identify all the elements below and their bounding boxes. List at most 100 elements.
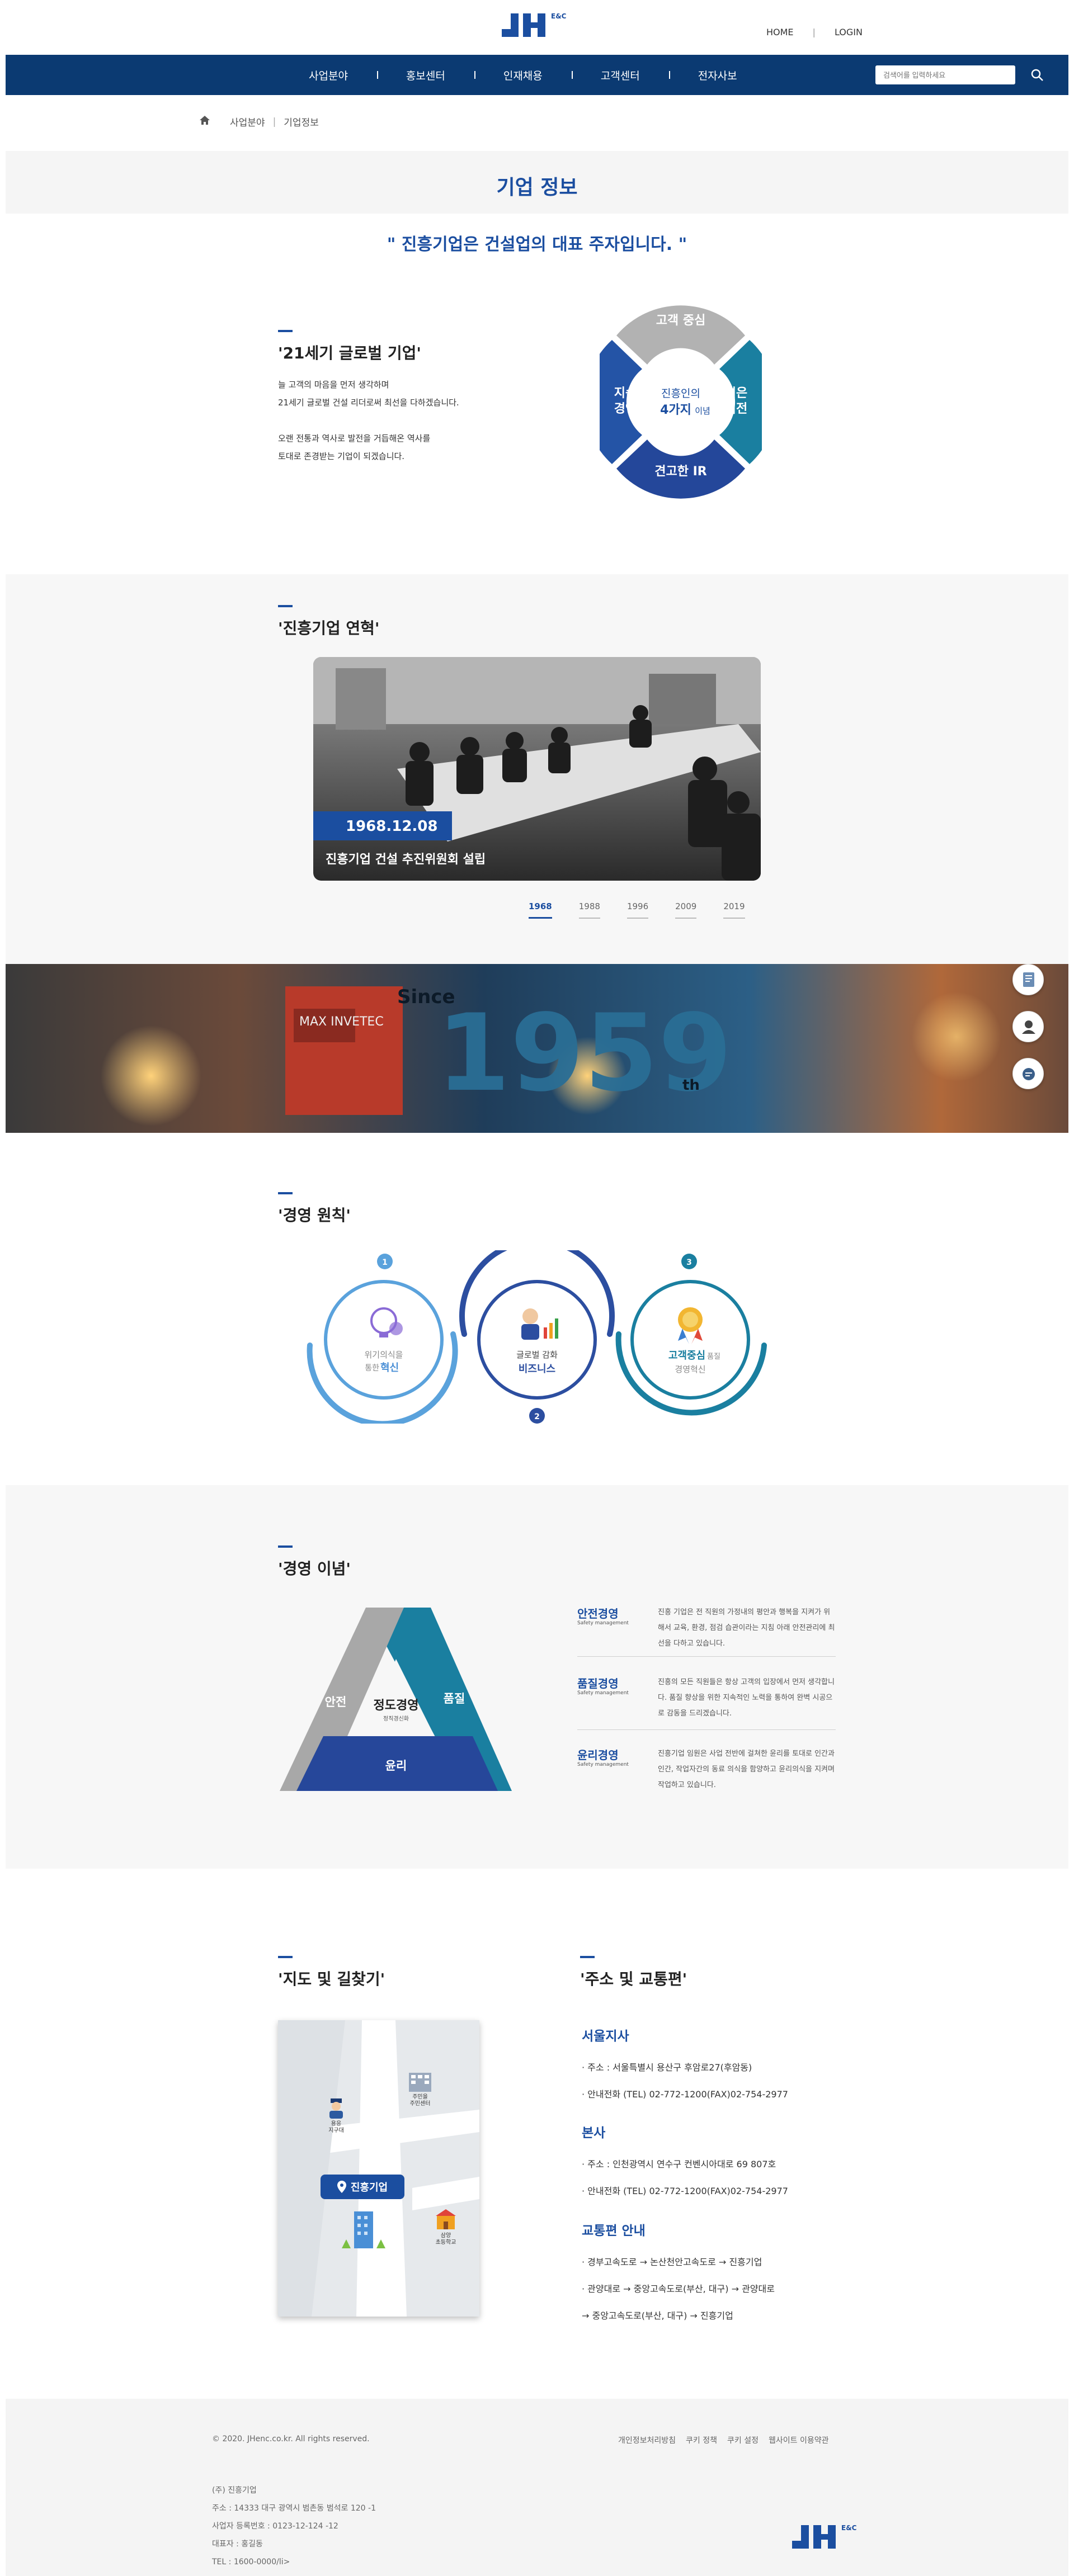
map-title: '지도 및 길찾기'	[278, 1970, 385, 1988]
section-bar	[580, 1956, 595, 1958]
page-title: 기업 정보	[496, 176, 578, 199]
principle-3-line2: 경영혁신	[675, 1364, 705, 1374]
year-tab-1996[interactable]: 1996	[626, 901, 649, 919]
nav-items: 사업분야 홍보센터 인재채용 고객센터 전자사보	[280, 55, 766, 95]
center-label: 주민센터	[409, 2101, 431, 2107]
map-pin-icon	[337, 2181, 346, 2193]
history-caption: 진흥기업 건설 추진위원회 설립	[326, 853, 486, 867]
transit-line: · 경부고속도로 → 논산천안고속도로 → 진흥기업	[582, 2257, 762, 2267]
wheel-center-bold: 4가지	[660, 403, 691, 417]
logo-sub: E&C	[551, 12, 567, 20]
philosophy-divider	[577, 1656, 836, 1657]
intro-title: '21세기 글로벌 기업'	[278, 344, 421, 362]
wheel-bottom-label: 견고한 IR	[654, 465, 707, 479]
nav-item-recruit[interactable]: 인재채용	[474, 68, 572, 83]
since-suffix: th	[682, 1077, 700, 1094]
document-quick-icon[interactable]	[1012, 964, 1044, 995]
page: E&C HOME | LOGIN 사업분야 홍보센터 인재채용 고객센터 전자사…	[0, 0, 1074, 2576]
slogan: " 진흥기업은 건설업의 대표 주자입니다. "	[387, 235, 687, 254]
breadcrumb-separator: |	[272, 116, 276, 127]
breadcrumb-item-company[interactable]: 기업정보	[284, 115, 319, 129]
footer-link-terms[interactable]: 웹사이트 이용약관	[769, 2435, 829, 2446]
principle-1-circle	[324, 1280, 444, 1400]
chat-quick-icon[interactable]	[1012, 1058, 1044, 1089]
philosophy-section	[6, 1485, 1068, 1869]
wheel-left-label: 경영	[614, 402, 637, 416]
intro-line: 21세기 글로벌 건설 리더로써 최선을 다하겠습니다.	[278, 398, 459, 408]
history-date: 1968.12.08	[313, 811, 452, 840]
footer-company: (주) 진흥기업	[212, 2486, 257, 2495]
history-photo: 1968.12.08 진흥기업 건설 추진위원회 설립	[313, 657, 761, 881]
seoul-branch-address: · 주소 : 서울특별시 용산구 후암로27(후암동)	[582, 2062, 752, 2073]
principle-3-number: 3	[686, 1258, 692, 1267]
center-label: 주민을	[412, 2094, 428, 2100]
footer: © 2020. JHenc.co.kr. All rights reserved…	[6, 2399, 1068, 2576]
triangle-center-sub: 정직경신화	[383, 1715, 409, 1722]
intro-line	[278, 412, 459, 429]
wheel-center-small: 이념	[695, 406, 710, 416]
search-input[interactable]	[875, 65, 1015, 84]
philosophy-sub: Safety management	[577, 1690, 629, 1696]
nav-item-pr[interactable]: 홍보센터	[376, 68, 474, 83]
triangle-bottom-label: 윤리	[385, 1759, 407, 1773]
transit-head: 교통편 안내	[582, 2224, 646, 2238]
year-tab-2009[interactable]: 2009	[675, 901, 697, 919]
nav-item-newsletter[interactable]: 전자사보	[668, 68, 766, 83]
home-icon[interactable]	[199, 115, 211, 129]
seoul-branch: 서울지사 · 주소 : 서울특별시 용산구 후암로27(후암동) · 안내전화 …	[582, 2025, 788, 2100]
breadcrumb-item-business[interactable]: 사업분야	[230, 115, 265, 129]
home-link[interactable]: HOME	[766, 27, 794, 37]
since-year: 1959	[436, 991, 732, 1115]
section-bar	[278, 605, 293, 607]
year-tab-1968[interactable]: 1968	[529, 901, 552, 919]
seoul-branch-head: 서울지사	[582, 2029, 629, 2044]
location-map[interactable]: 용응 지구대 주민을 주민센터 진흥기업 삼양 초등학교	[278, 2020, 479, 2317]
footer-info: (주) 진흥기업 주소 : 14333 대구 광역시 범촌동 범석로 120 -…	[212, 2482, 376, 2571]
philosophy-sub: Safety management	[577, 1620, 629, 1626]
hq-branch-address: · 주소 : 인천광역시 연수구 컨벤시아대로 69 807호	[582, 2159, 776, 2169]
philosophy-sub: Safety management	[577, 1762, 629, 1767]
community-center-icon: 주민을 주민센터	[403, 2069, 437, 2107]
intro-text: 늘 고객의 마음을 먼저 생각하며 21세기 글로벌 건설 리더로써 최선을 다…	[278, 376, 459, 465]
footer-address: 주소 : 14333 대구 광역시 범촌동 범석로 120 -1	[212, 2504, 376, 2513]
principle-2-line2-bold: 비즈니스	[519, 1363, 555, 1375]
intro-line: 오랜 전통과 역사로 발전을 거듭해온 역사를	[278, 433, 431, 443]
machine-label: MAX INVETEC	[299, 1015, 384, 1029]
year-tab-1988[interactable]: 1988	[578, 901, 600, 919]
top-link-separator: |	[812, 27, 816, 37]
nav-item-business[interactable]: 사업분야	[280, 68, 377, 83]
section-bar	[278, 1192, 293, 1194]
company-building-icon	[338, 2208, 389, 2255]
wheel-right-label: 넓은	[725, 386, 747, 400]
school-label: 초등학교	[435, 2239, 456, 2246]
triangle-center-label: 정도경영	[374, 1699, 419, 1713]
wheel-center-line1: 진흥인의	[661, 387, 700, 400]
search-icon[interactable]	[1029, 67, 1046, 84]
footer-link-cookie-policy[interactable]: 쿠키 정책	[686, 2435, 717, 2446]
login-link[interactable]: LOGIN	[835, 27, 863, 37]
intro-line: 늘 고객의 마음을 먼저 생각하며	[278, 380, 389, 390]
footer-logo[interactable]: E&C	[790, 2521, 868, 2554]
principle-3-circle	[630, 1280, 750, 1400]
consultant-quick-icon[interactable]	[1012, 1011, 1044, 1042]
principle-1-line2-bold: 혁신	[380, 1362, 399, 1374]
footer-link-privacy[interactable]: 개인정보처리방침	[618, 2435, 676, 2446]
nav-item-customer[interactable]: 고객센터	[571, 68, 669, 83]
year-tab-2019[interactable]: 2019	[723, 901, 745, 919]
philosophy-triangle: 안전 품질 윤리 정도경영 정직경신화	[280, 1608, 512, 1791]
intro-line: 토대로 존경받는 기업이 되겠습니다.	[278, 451, 405, 461]
principle-2-line1: 글로벌 감화	[516, 1350, 558, 1360]
year-tabs: 1968 1988 1996 2009 2019	[529, 901, 745, 919]
philosophy-body: 진흥 기업은 전 직원의 가정내의 평안과 행복을 지켜가 위해서 교육, 환경…	[658, 1608, 835, 1648]
principle-1-line2-pre: 통한	[365, 1364, 379, 1373]
banner-image: MAX INVETEC Since 1959 th	[6, 964, 1068, 1133]
wheel-left-label: 지속	[614, 386, 637, 400]
school-label: 삼양	[440, 2233, 451, 2239]
logo[interactable]: E&C	[500, 9, 578, 42]
footer-link-cookie-settings[interactable]: 쿠키 설정	[727, 2435, 759, 2446]
wheel-right-label: 비전	[725, 402, 747, 416]
title-band: 기업 정보	[6, 151, 1068, 214]
section-bar	[278, 1956, 293, 1958]
company-pin[interactable]: 진흥기업	[321, 2175, 404, 2199]
map-graphic	[278, 2020, 479, 2317]
